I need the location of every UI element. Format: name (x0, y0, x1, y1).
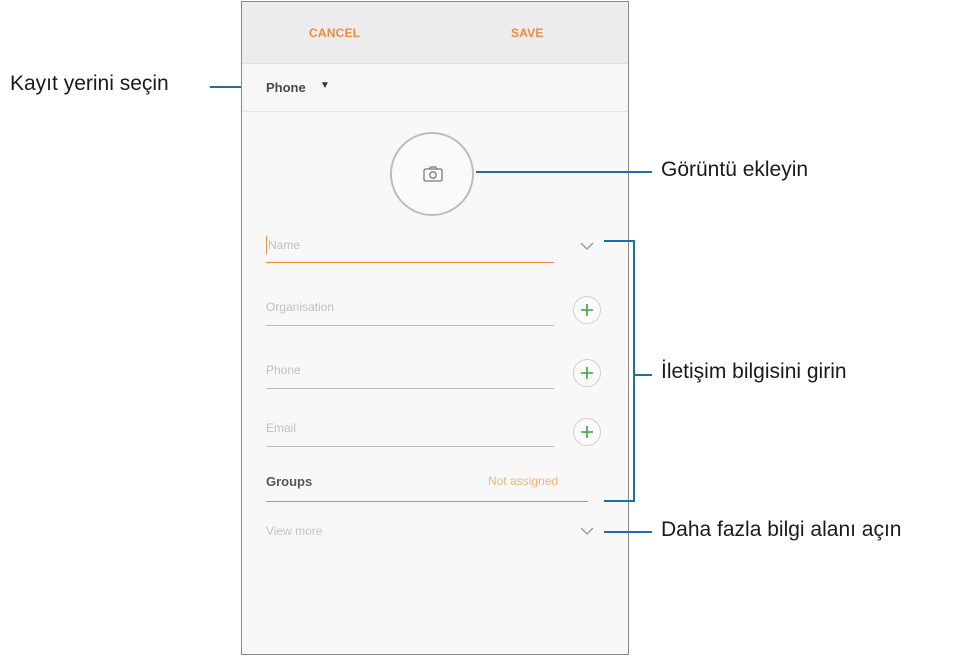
annotation-add-image: Görüntü ekleyin (661, 158, 809, 181)
storage-location-selector[interactable]: Phone ▼ (242, 64, 628, 112)
annotation-storage-location: Kayıt yerini seçin (10, 72, 169, 95)
phone-field[interactable]: Phone (266, 357, 554, 391)
top-action-bar: CANCEL SAVE (242, 2, 628, 64)
name-expand-chevron-icon[interactable] (580, 242, 594, 251)
add-phone-button[interactable] (573, 359, 601, 387)
storage-location-label: Phone (266, 80, 306, 95)
annotation-more-fields: Daha fazla bilgi alanı açın (661, 518, 902, 541)
email-placeholder: Email (266, 421, 297, 435)
text-cursor (266, 236, 267, 254)
name-underline (266, 262, 554, 263)
organisation-field[interactable]: Organisation (266, 294, 554, 328)
plus-icon (581, 367, 593, 379)
plus-icon (581, 426, 593, 438)
camera-icon (423, 166, 443, 182)
annotation-bracket-top (604, 240, 634, 242)
email-underline (266, 446, 554, 447)
email-field[interactable]: Email (266, 415, 554, 449)
add-photo-button[interactable] (390, 132, 474, 216)
name-placeholder: Name (268, 238, 301, 252)
annotation-image-line (476, 171, 652, 173)
phone-underline (266, 388, 554, 389)
view-more-label: View more (266, 524, 323, 538)
phone-placeholder: Phone (266, 363, 301, 377)
save-button[interactable]: SAVE (511, 26, 544, 40)
annotation-contact-info-line (634, 374, 652, 376)
annotation-bracket-bottom (604, 500, 634, 502)
annotation-contact-info: İletişim bilgisini girin (661, 360, 847, 383)
dropdown-arrow-icon: ▼ (320, 80, 330, 91)
annotation-bracket-vertical (633, 240, 635, 502)
organisation-placeholder: Organisation (266, 300, 335, 314)
name-field[interactable]: Name (266, 230, 554, 268)
annotation-more-fields-line (604, 531, 652, 533)
groups-label: Groups (266, 474, 313, 489)
groups-underline (266, 501, 588, 502)
plus-icon (581, 304, 593, 316)
cancel-button[interactable]: CANCEL (309, 26, 360, 40)
add-organisation-button[interactable] (573, 296, 601, 324)
view-more-chevron-icon[interactable] (580, 527, 594, 536)
groups-value[interactable]: Not assigned (488, 474, 558, 488)
add-email-button[interactable] (573, 418, 601, 446)
contact-form: Name Organisation Phone Email Groups Not… (242, 112, 628, 654)
phone-screen: CANCEL SAVE Phone ▼ Name Organisation Ph… (241, 1, 629, 655)
organisation-underline (266, 325, 554, 326)
